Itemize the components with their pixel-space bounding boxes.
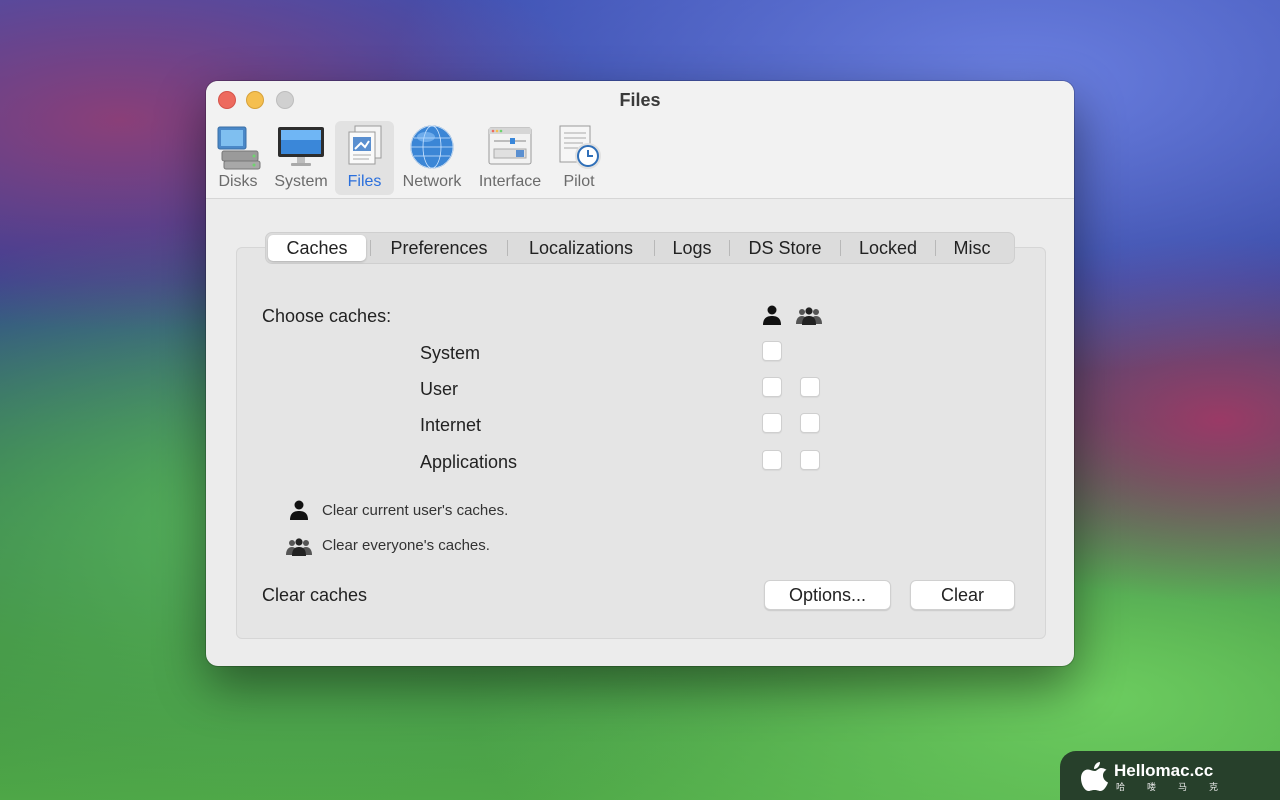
user-user-checkbox[interactable] <box>762 377 782 397</box>
files-icon <box>348 125 381 165</box>
toolbar-label-system: System <box>274 173 328 190</box>
interface-icon <box>488 127 532 165</box>
watermark-badge: Hellomac.cc 哈喽马克 <box>1060 751 1280 800</box>
cache-row-label: System <box>420 343 481 363</box>
toolbar-item-disks[interactable]: Disks <box>214 121 262 195</box>
legend-user-text: Clear current user's caches. <box>322 502 509 519</box>
tab-bar: Caches Preferences Localizations Logs DS… <box>265 232 1015 264</box>
watermark-title: Hellomac.cc <box>1114 761 1214 780</box>
titlebar: Files Disks System Files Network Interfa… <box>206 81 1074 199</box>
system-user-checkbox[interactable] <box>762 341 782 361</box>
internet-user-checkbox[interactable] <box>762 413 782 433</box>
options-button[interactable]: Options... <box>764 580 891 610</box>
cache-row-label: Internet <box>420 415 482 435</box>
applications-user-checkbox[interactable] <box>762 450 782 470</box>
toolbar-label-network: Network <box>402 173 462 190</box>
group-users-icon <box>796 307 822 325</box>
tab-localizations[interactable]: Localizations <box>508 235 654 261</box>
pilot-clock-icon <box>559 125 601 169</box>
group-users-icon <box>286 538 312 556</box>
toolbar-label-files: Files <box>347 173 382 190</box>
tab-caches[interactable]: Caches <box>268 235 366 261</box>
cache-row-label: Applications <box>420 452 518 472</box>
tab-ds-store[interactable]: DS Store <box>730 235 840 261</box>
toolbar-item-interface[interactable]: Interface <box>474 121 546 195</box>
cache-row-label: User <box>420 379 459 399</box>
apple-logo-icon <box>1081 762 1108 791</box>
toolbar-item-network[interactable]: Network <box>398 121 466 195</box>
watermark-subtitle: 哈喽马克 <box>1116 782 1241 792</box>
choose-caches-label: Choose caches: <box>262 306 392 326</box>
tab-logs[interactable]: Logs <box>655 235 729 261</box>
toolbar-item-files[interactable]: Files <box>335 121 394 195</box>
window-title: Files <box>619 90 661 110</box>
disk-icon <box>217 126 261 170</box>
internet-all-checkbox[interactable] <box>800 413 820 433</box>
clear-button[interactable]: Clear <box>910 580 1015 610</box>
tab-preferences[interactable]: Preferences <box>371 235 507 261</box>
applications-all-checkbox[interactable] <box>800 450 820 470</box>
user-all-checkbox[interactable] <box>800 377 820 397</box>
monitor-icon <box>278 127 324 166</box>
single-user-icon <box>763 305 781 325</box>
toolbar-item-system[interactable]: System <box>270 121 332 195</box>
tab-locked[interactable]: Locked <box>841 235 935 261</box>
files-window: Files Disks System Files Network Interfa… <box>206 81 1074 666</box>
tab-misc[interactable]: Misc <box>936 235 1008 261</box>
toolbar-label-interface: Interface <box>478 173 542 190</box>
globe-icon <box>410 125 454 169</box>
clear-caches-label: Clear caches <box>262 585 368 605</box>
toolbar-label-pilot: Pilot <box>563 173 595 190</box>
single-user-icon <box>290 500 308 520</box>
legend-all-text: Clear everyone's caches. <box>322 537 490 554</box>
toolbar-label-disks: Disks <box>218 173 258 190</box>
toolbar-item-pilot[interactable]: Pilot <box>552 121 606 195</box>
